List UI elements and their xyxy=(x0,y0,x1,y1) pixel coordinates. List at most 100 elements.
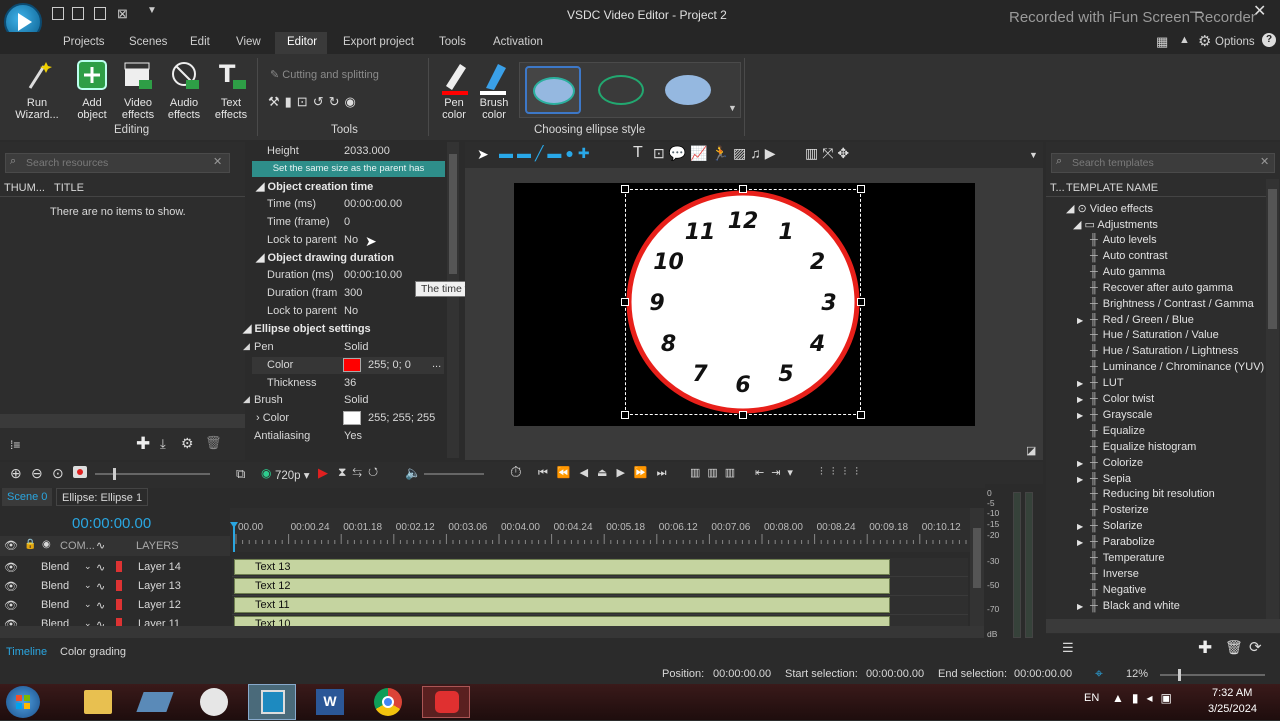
com-header[interactable]: COM... xyxy=(60,540,95,552)
selection-box[interactable] xyxy=(625,189,861,415)
extra-tools-icons[interactable]: ▥⤧✥ xyxy=(805,145,853,162)
template-item[interactable]: ▶ ╫ Parabolize xyxy=(1077,536,1155,548)
menu-scenes[interactable]: Scenes xyxy=(129,36,167,48)
video-canvas[interactable]: 12 1 2 3 4 5 6 7 8 9 10 11 xyxy=(514,183,975,426)
pen-color-icon[interactable] xyxy=(440,60,470,96)
qa-new-icon[interactable] xyxy=(52,7,64,20)
templates-hscroll[interactable] xyxy=(1046,619,1280,633)
prop-thickness[interactable]: Thickness 36 xyxy=(252,375,444,392)
pen-color-swatch[interactable] xyxy=(343,358,361,372)
preview-mode-icon[interactable]: ⧉ xyxy=(236,466,245,482)
menu-activation[interactable]: Activation xyxy=(493,36,543,48)
trash-icon[interactable]: 🗑 xyxy=(1225,639,1243,656)
eye-icon[interactable]: 👁 xyxy=(4,561,18,574)
clock-date[interactable]: 3/25/2024 xyxy=(1208,703,1257,715)
refresh-icon[interactable]: ⟳ xyxy=(1249,638,1262,656)
template-item[interactable]: ╫ Temperature xyxy=(1090,552,1165,564)
menu-view[interactable]: View xyxy=(236,36,261,48)
template-item[interactable]: ▶ ╫ LUT xyxy=(1077,377,1124,389)
expand-arrow-icon[interactable]: ▶ xyxy=(1077,522,1083,531)
timeline-tools-icons[interactable]: ⧗⇆↺ xyxy=(338,465,384,480)
add-template-icon[interactable]: ✚ xyxy=(1198,638,1212,658)
qa-save-icon[interactable] xyxy=(94,7,106,20)
clock-icon[interactable]: ⏱ xyxy=(510,464,522,481)
text-effects-icon[interactable]: T xyxy=(217,60,247,92)
template-item[interactable]: ▶ ╫ Black and white xyxy=(1077,600,1180,612)
drawing-tools-icons[interactable]: ▬▬╱▬●✚ xyxy=(499,145,594,162)
options-label[interactable]: Options xyxy=(1215,36,1255,48)
template-item[interactable]: ╫ Posterize xyxy=(1090,504,1149,516)
prop-time-frame[interactable]: Time (frame) 0 xyxy=(252,214,444,231)
template-item[interactable]: ╫ Luminance / Chrominance (YUV) xyxy=(1090,361,1264,373)
resize-handle[interactable] xyxy=(857,185,865,193)
prop-pen-color[interactable]: Color 255; 0; 0... xyxy=(252,357,444,374)
layout-icon[interactable]: ▦ xyxy=(1156,34,1168,50)
qa-dropdown-icon[interactable]: ▼ xyxy=(147,5,157,16)
audio-effects-button[interactable]: Audio effects xyxy=(160,97,208,121)
video-effects-button[interactable]: Video effects xyxy=(114,97,162,121)
ellipse-style-1[interactable] xyxy=(525,66,581,114)
add-resource-icon[interactable]: ✚ xyxy=(136,434,150,454)
eye-icon[interactable]: 👁 xyxy=(4,539,18,552)
view-grid-icon[interactable]: ⁞≡ xyxy=(10,438,20,452)
color-marker-icon[interactable] xyxy=(116,580,122,591)
vsdc-taskbar-icon[interactable] xyxy=(248,684,296,720)
template-item[interactable]: ▶ ╫ Red / Green / Blue xyxy=(1077,314,1194,326)
collapse-icon[interactable]: ▲ xyxy=(1179,34,1190,46)
col-title[interactable]: TITLE xyxy=(54,182,84,194)
same-size-button[interactable]: Set the same size as the parent has xyxy=(252,161,445,177)
toolbar-dropdown-icon[interactable]: ▼ xyxy=(1029,150,1038,160)
run-wizard-button[interactable]: Run Wizard... xyxy=(8,97,66,121)
eye-icon[interactable]: ◉ xyxy=(261,466,271,480)
tab-ellipse[interactable]: Ellipse: Ellipse 1 xyxy=(56,488,149,506)
expand-arrow-icon[interactable]: ▶ xyxy=(1077,379,1083,388)
recorder-taskbar-icon[interactable] xyxy=(422,686,470,718)
add-object-button[interactable]: Add object xyxy=(68,97,116,121)
prop-time-ms[interactable]: Time (ms) 00:00:00.00 xyxy=(252,196,444,213)
word-icon[interactable]: W xyxy=(316,689,344,715)
tab-timeline[interactable]: Timeline xyxy=(6,646,47,658)
resources-hscroll[interactable] xyxy=(0,414,245,428)
more-icon[interactable]: ... xyxy=(432,358,441,370)
tree-root-video-effects[interactable]: ◢ ⊙ Video effects xyxy=(1066,202,1153,215)
lock-icon[interactable]: 🔒 xyxy=(24,539,36,550)
tray-icons[interactable]: ▲▮◂▣ xyxy=(1112,691,1180,705)
resize-handle[interactable] xyxy=(621,411,629,419)
record-dot-icon[interactable]: ▶ xyxy=(318,465,328,481)
timeline-vscroll[interactable] xyxy=(970,508,984,626)
media-player-icon[interactable] xyxy=(200,688,228,716)
marker-icons[interactable]: ▥▥▥ xyxy=(690,466,742,479)
fit-icon[interactable]: ⊙ xyxy=(52,465,64,482)
resources-search-input[interactable]: Search resources xyxy=(5,153,230,173)
minimize-icon[interactable]: — xyxy=(1190,4,1202,18)
template-item[interactable]: ╫ Hue / Saturation / Value xyxy=(1090,329,1219,341)
expand-arrow-icon[interactable]: ▶ xyxy=(1077,475,1083,484)
brush-color-icon[interactable] xyxy=(478,60,508,96)
menu-edit[interactable]: Edit xyxy=(190,36,210,48)
add-object-icon[interactable] xyxy=(77,60,107,90)
blend-chevron-icon[interactable]: ⌄ xyxy=(84,580,92,591)
layer-row[interactable]: 👁 Blend ⌄ ∿ Layer 12 xyxy=(0,596,230,615)
col-type[interactable]: T... xyxy=(1050,182,1065,194)
gallery-more-icon[interactable]: ▼ xyxy=(728,103,737,113)
text-tool-icon[interactable]: T xyxy=(633,144,643,162)
prop-pen[interactable]: Pen Solid xyxy=(252,339,444,356)
visibility-icon[interactable]: ◉ xyxy=(42,539,51,550)
blend-chevron-icon[interactable]: ⌄ xyxy=(84,599,92,610)
template-item[interactable]: ▶ ╫ Colorize xyxy=(1077,457,1143,469)
resolution-select[interactable]: 720p ▾ xyxy=(275,468,310,482)
tab-scene[interactable]: Scene 0 xyxy=(2,488,53,506)
split-icons[interactable]: ⇤⇥▾ xyxy=(755,466,800,479)
section-creation-time[interactable]: ◢ Object creation time xyxy=(256,180,373,193)
eye-icon[interactable]: 👁 xyxy=(4,599,18,612)
resize-handle[interactable] xyxy=(857,411,865,419)
template-item[interactable]: ╫ Hue / Saturation / Lightness xyxy=(1090,345,1239,357)
timeline-hscroll[interactable] xyxy=(0,626,984,638)
timeline-clip[interactable]: Text 12 xyxy=(234,578,890,594)
zoom-slider[interactable] xyxy=(95,468,210,480)
align-icons[interactable]: ⫶⫶⫶⫶ xyxy=(820,466,867,479)
template-item[interactable]: ╫ Auto contrast xyxy=(1090,250,1168,262)
wand-icon[interactable] xyxy=(24,60,52,92)
blend-select[interactable]: Blend xyxy=(41,580,69,592)
volume-slider[interactable] xyxy=(424,473,484,475)
